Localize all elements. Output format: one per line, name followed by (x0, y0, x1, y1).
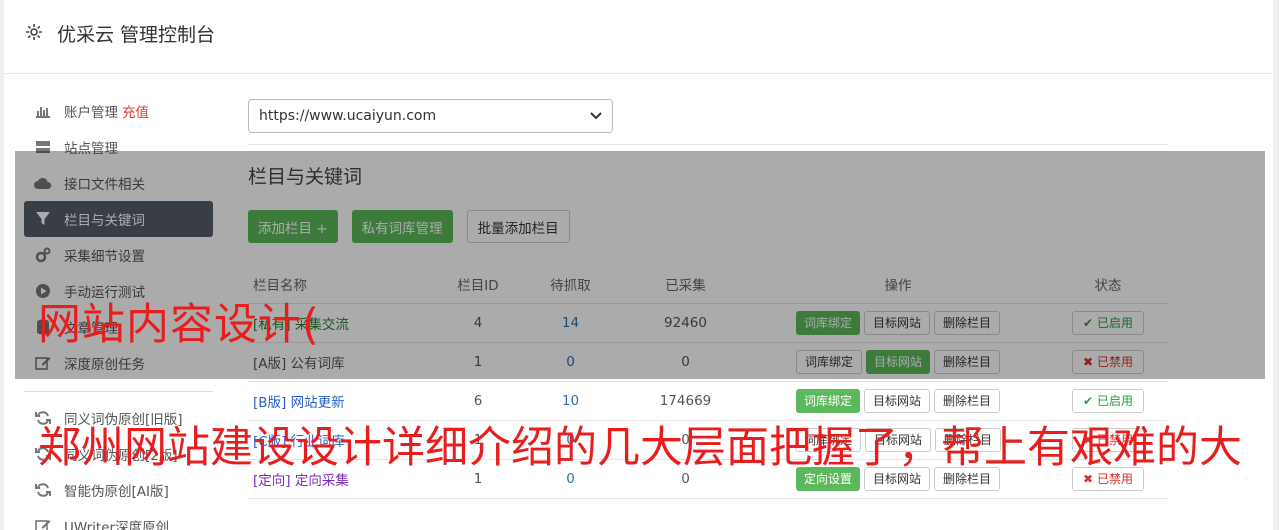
divider (248, 144, 1168, 145)
sidebar-item-label: 账户管理 (64, 105, 118, 121)
site-select[interactable]: https://www.ucaiyun.com (248, 99, 613, 133)
bind-lexicon-button[interactable]: 词库绑定 (795, 388, 860, 413)
site-select-value: https://www.ucaiyun.com (259, 108, 437, 124)
sidebar-item-account[interactable]: 账户管理 充值 (24, 93, 213, 129)
status-badge[interactable]: ✔ 已启用 (1072, 388, 1144, 413)
target-site-button[interactable]: 目标网站 (863, 388, 930, 413)
page-title: 优采云 管理控制台 (57, 24, 216, 46)
edit-icon (34, 517, 52, 530)
status-label: 已启用 (1096, 394, 1133, 408)
refresh-icon (34, 481, 52, 499)
top-bar: 优采云 管理控制台 (4, 0, 1273, 74)
sidebar-item-label: 智能伪原创[AI版] (64, 484, 169, 500)
check-icon: ✔ (1083, 393, 1094, 408)
delete-column-button[interactable]: 删除栏目 (934, 388, 1001, 413)
recharge-link[interactable]: 充值 (122, 101, 149, 121)
sidebar-divider (24, 391, 213, 392)
sidebar-item-ai-original[interactable]: 智能伪原创[AI版] (24, 472, 213, 508)
row-actions: 词库绑定 目标网站 删除栏目 (748, 388, 1048, 413)
watermark-line-2: 郑州网站建设设计详细介绍的几大层面把握了，帮上有艰难的大 (38, 423, 1242, 473)
chevron-down-icon (590, 112, 602, 120)
sidebar-item-label: UWriter深度原创 (64, 520, 170, 530)
bar-chart-icon (34, 102, 52, 120)
sidebar-item-uwriter[interactable]: UWriter深度原创 (24, 508, 213, 530)
watermark-line-1: 网站内容设计( (38, 300, 320, 350)
gear-icon (26, 24, 42, 40)
